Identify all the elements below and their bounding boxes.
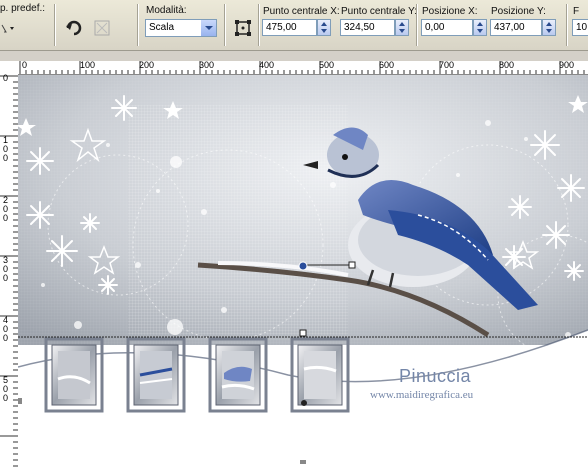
ruler-v-label-200: 2 0 0 [3, 195, 9, 223]
ruler-h-label-400: 400 [259, 61, 275, 70]
ruler-h-label-500: 500 [319, 61, 335, 70]
ruler-h-label-800: 800 [499, 61, 515, 70]
pos-x-label: Posizione X: [422, 6, 478, 17]
ruler-h-label-900: 900 [559, 61, 575, 70]
artwork [18, 75, 588, 471]
chevron-down-icon [201, 20, 216, 36]
ruler-h-label-700: 700 [439, 61, 455, 70]
preset-dropdown[interactable] [0, 18, 16, 38]
ruler-v-label-0: 0 [3, 74, 9, 83]
center-y-spinner[interactable] [395, 19, 409, 36]
ruler-corner [0, 61, 19, 75]
workspace-gap [0, 51, 588, 61]
pos-x-input[interactable]: 0,00 [421, 19, 473, 36]
center-x-spinner[interactable] [317, 19, 331, 36]
ruler-h-label-200: 200 [139, 61, 155, 70]
image-canvas[interactable]: Pinuccia www.maidiregrafica.eu [18, 75, 588, 471]
watermark-name: Pinuccia [399, 366, 472, 386]
center-pivot-icon[interactable] [233, 18, 253, 38]
apply-icon[interactable] [92, 18, 112, 38]
ruler-v-label-500: 5 0 0 [3, 375, 9, 403]
watermark-url: www.maidiregrafica.eu [370, 389, 474, 401]
mode-select[interactable]: Scala [145, 19, 217, 37]
ruler-v-label-100: 1 0 0 [3, 135, 9, 163]
extra-label: F [573, 6, 580, 17]
vertical-ruler: 0 1 0 0 2 0 0 3 0 0 4 0 0 5 0 0 [0, 74, 19, 471]
center-x-label: Punto centrale X: [263, 6, 340, 17]
preset-label: p. predef.: [0, 3, 46, 14]
pos-x-spinner[interactable] [473, 19, 487, 36]
ruler-v-label-300: 3 0 0 [3, 255, 9, 283]
bottom-handle[interactable] [300, 460, 306, 464]
ruler-v-label-400: 4 0 0 [3, 315, 9, 343]
ruler-h-label-300: 300 [199, 61, 215, 70]
pos-y-label: Posizione Y: [491, 6, 546, 17]
center-x-input[interactable]: 475,00 [262, 19, 317, 36]
tool-options-toolbar: p. predef.: Modalità: Scala Punto centra… [0, 0, 588, 51]
ruler-h-label-0: 0 [22, 61, 28, 70]
center-y-input[interactable]: 324,50 [340, 19, 395, 36]
mode-label: Modalità: [146, 5, 187, 16]
center-y-label: Punto centrale Y: [341, 6, 417, 17]
mode-value: Scala [149, 22, 175, 33]
horizontal-ruler: 0 100 200 300 400 500 600 700 800 900 [18, 61, 588, 75]
extra-input[interactable]: 10 [572, 19, 588, 36]
pos-y-spinner[interactable] [542, 19, 556, 36]
ruler-h-label-600: 600 [379, 61, 395, 70]
reset-icon[interactable] [64, 18, 84, 38]
left-handle[interactable] [18, 398, 22, 404]
ruler-h-label-100: 100 [80, 61, 96, 70]
pos-y-input[interactable]: 437,00 [490, 19, 542, 36]
